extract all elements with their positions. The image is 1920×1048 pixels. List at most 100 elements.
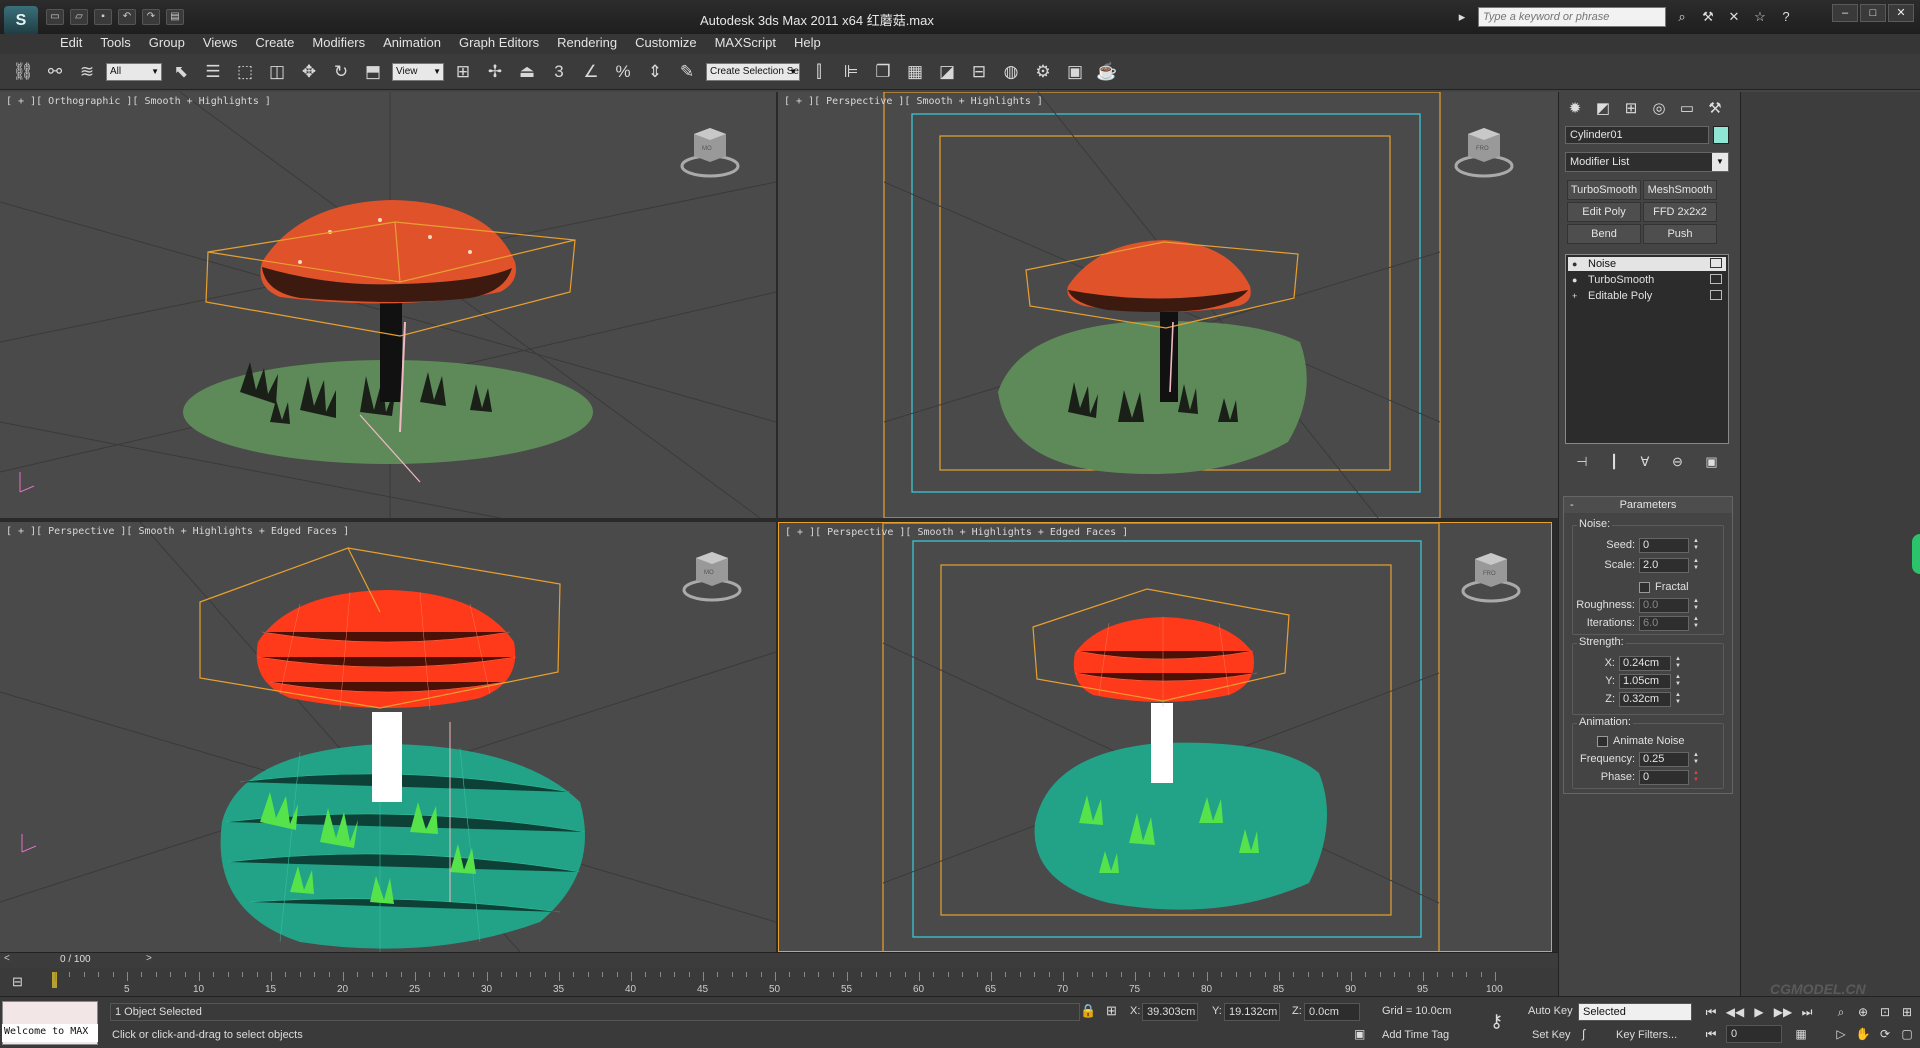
remove-modifier-icon[interactable]: ⊖ <box>1672 454 1683 470</box>
viewport-label[interactable]: [ + ][ Perspective ][ Smooth + Highlight… <box>785 527 1128 538</box>
collapse-icon[interactable]: - <box>1570 497 1574 513</box>
viewcube-icon[interactable]: MO <box>680 124 740 178</box>
link-icon[interactable]: ⛓ <box>10 59 36 85</box>
viewport-label[interactable]: [ + ][ Perspective ][ Smooth + Highlight… <box>6 526 349 537</box>
minimize-button[interactable]: – <box>1832 4 1858 22</box>
spinner-arrows-icon[interactable]: ▲ ▼ <box>1673 656 1683 671</box>
create-tab-icon[interactable]: ✹ <box>1563 98 1587 120</box>
time-tag-icon[interactable]: ▣ <box>1354 1027 1365 1041</box>
schematic-view-icon[interactable]: ⊟ <box>966 59 992 85</box>
project-folder-icon[interactable]: ▤ <box>166 9 184 25</box>
viewport-perspective-top[interactable]: [ + ][ Perspective ][ Smooth + Highlight… <box>778 92 1558 518</box>
push-button[interactable]: Push <box>1643 224 1717 244</box>
menu-group[interactable]: Group <box>141 34 193 54</box>
z-coord-field[interactable]: 0.0cm <box>1304 1003 1360 1021</box>
spinner-arrows-icon[interactable]: ▲ ▼ <box>1673 692 1683 707</box>
modify-tab-icon[interactable]: ◩ <box>1591 98 1615 120</box>
keyboard-shortcut-override-icon[interactable]: ⏏ <box>514 59 540 85</box>
stack-item-noise[interactable]: ● Noise <box>1568 257 1726 271</box>
lightbulb-icon[interactable]: ● <box>1572 257 1577 271</box>
key-mode-toggle-icon[interactable]: ⏮ <box>1700 1025 1722 1043</box>
spinner-arrows-icon[interactable]: ▲ ▼ <box>1691 558 1701 573</box>
select-scale-icon[interactable]: ⬒ <box>360 59 386 85</box>
ffd-button[interactable]: FFD 2x2x2 <box>1643 202 1717 222</box>
close-button[interactable]: ✕ <box>1888 4 1914 22</box>
maximize-button[interactable]: □ <box>1860 4 1886 22</box>
redo-icon[interactable]: ↷ <box>142 9 160 25</box>
subscription-icon[interactable]: ⚒ <box>1698 7 1718 27</box>
viewcube-icon[interactable]: MO <box>682 548 742 602</box>
render-setup-icon[interactable]: ⚙ <box>1030 59 1056 85</box>
zoom-icon[interactable]: ⌕ <box>1830 1003 1852 1021</box>
object-name-field[interactable]: Cylinder01 <box>1565 126 1709 144</box>
rollout-header[interactable]: - Parameters <box>1564 497 1732 513</box>
configure-modifier-sets-icon[interactable]: ▣ <box>1705 454 1717 470</box>
menu-tools[interactable]: Tools <box>92 34 138 54</box>
track-bar[interactable]: ⊟ 5 10 15 20 25 30 35 40 45 50 55 60 65 70 75 80 85 90 95 1… <box>0 968 1558 998</box>
rendered-frame-window-icon[interactable]: ▣ <box>1062 59 1088 85</box>
absolute-mode-icon[interactable]: ⊞ <box>1106 1003 1117 1019</box>
strength-x-spinner[interactable]: 0.24cm <box>1619 656 1671 671</box>
select-by-name-icon[interactable]: ☰ <box>200 59 226 85</box>
time-slider[interactable]: < 0 / 100 > <box>0 952 1558 968</box>
reference-coordinate-dropdown[interactable]: View <box>392 62 444 81</box>
spinner-arrows-icon[interactable]: ▲ ▼ <box>1673 674 1683 689</box>
y-coord-field[interactable]: 19.132cm <box>1224 1003 1280 1021</box>
strength-y-spinner[interactable]: 1.05cm <box>1619 674 1671 689</box>
spinner-arrows-icon[interactable]: ▲ ▼ <box>1691 752 1701 767</box>
menu-create[interactable]: Create <box>247 34 302 54</box>
rectangular-selection-icon[interactable]: ⬚ <box>232 59 258 85</box>
orbit-icon[interactable]: ⟳ <box>1874 1025 1896 1043</box>
turbosmooth-button[interactable]: TurboSmooth <box>1567 180 1641 200</box>
menu-customize[interactable]: Customize <box>627 34 704 54</box>
stack-item-editable-poly[interactable]: + Editable Poly <box>1568 289 1726 303</box>
iterations-spinner[interactable]: 6.0 <box>1639 616 1689 631</box>
viewport-perspective-edged-right[interactable]: [ + ][ Perspective ][ Smooth + Highlight… <box>778 522 1552 952</box>
side-handle[interactable] <box>1912 534 1920 574</box>
key-filters-button[interactable]: Key Filters... <box>1616 1029 1677 1041</box>
lock-selection-icon[interactable]: 🔒 <box>1080 1003 1096 1019</box>
menu-maxscript[interactable]: MAXScript <box>707 34 784 54</box>
material-editor-icon[interactable]: ◍ <box>998 59 1024 85</box>
menu-rendering[interactable]: Rendering <box>549 34 625 54</box>
favorites-star-icon[interactable]: ☆ <box>1750 7 1770 27</box>
snaps-toggle-icon[interactable]: 3 <box>546 59 572 85</box>
render-production-icon[interactable]: ☕ <box>1094 59 1120 85</box>
bind-space-warp-icon[interactable]: ≋ <box>74 59 100 85</box>
select-move-icon[interactable]: ✥ <box>296 59 322 85</box>
strength-z-spinner[interactable]: 0.32cm <box>1619 692 1671 707</box>
menu-views[interactable]: Views <box>195 34 245 54</box>
make-unique-icon[interactable]: ∀ <box>1641 454 1650 470</box>
graphite-ribbon-icon[interactable]: ▦ <box>902 59 928 85</box>
select-object-icon[interactable]: ⬉ <box>168 59 194 85</box>
next-frame-icon[interactable]: ▶▶ <box>1772 1003 1794 1021</box>
seed-spinner[interactable]: 0 <box>1639 538 1689 553</box>
save-icon[interactable]: ▪ <box>94 9 112 25</box>
bend-button[interactable]: Bend <box>1567 224 1641 244</box>
communication-icon[interactable]: ✕ <box>1724 7 1744 27</box>
show-end-result-icon[interactable] <box>1710 258 1722 268</box>
percent-snap-icon[interactable]: % <box>610 59 636 85</box>
previous-frame-icon[interactable]: ◀◀ <box>1724 1003 1746 1021</box>
unlink-icon[interactable]: ⚯ <box>42 59 68 85</box>
layer-manager-icon[interactable]: ❐ <box>870 59 896 85</box>
show-end-result-icon[interactable] <box>1710 274 1722 284</box>
set-key-button[interactable]: Set Key <box>1532 1029 1571 1041</box>
motion-tab-icon[interactable]: ◎ <box>1647 98 1671 120</box>
edit-poly-button[interactable]: Edit Poly <box>1567 202 1641 222</box>
modifier-list-dropdown[interactable]: Modifier List ▼ <box>1565 152 1729 172</box>
viewport-orthographic[interactable]: [ + ][ Orthographic ][ Smooth + Highligh… <box>0 92 776 518</box>
lightbulb-icon[interactable]: ● <box>1572 273 1577 287</box>
expand-plus-icon[interactable]: + <box>1572 289 1577 303</box>
menu-graph-editors[interactable]: Graph Editors <box>451 34 547 54</box>
undo-icon[interactable]: ↶ <box>118 9 136 25</box>
animate-noise-checkbox[interactable] <box>1597 736 1608 747</box>
display-tab-icon[interactable]: ▭ <box>1675 98 1699 120</box>
go-to-end-icon[interactable]: ⏭ <box>1796 1003 1818 1021</box>
selection-filter-dropdown[interactable]: All <box>106 62 162 81</box>
expand-arrow-icon[interactable]: ▸ <box>1452 7 1472 27</box>
auto-key-button[interactable]: Auto Key <box>1528 1005 1573 1017</box>
add-time-tag[interactable]: Add Time Tag <box>1382 1029 1449 1041</box>
show-end-result-icon[interactable] <box>1710 290 1722 300</box>
go-to-start-icon[interactable]: ⏮ <box>1700 1003 1722 1021</box>
